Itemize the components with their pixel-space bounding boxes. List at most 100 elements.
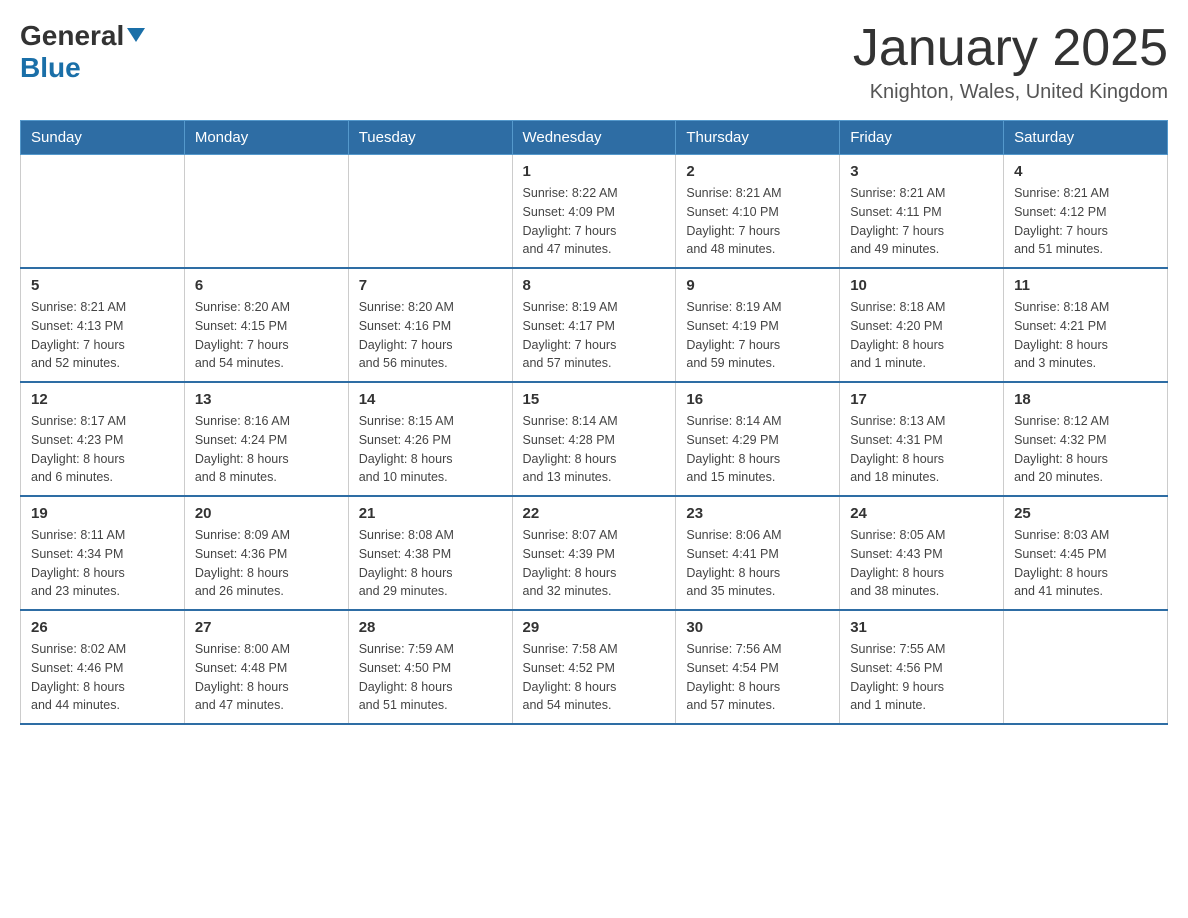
day-info: Sunrise: 8:20 AM Sunset: 4:15 PM Dayligh… — [195, 298, 338, 373]
day-info: Sunrise: 8:07 AM Sunset: 4:39 PM Dayligh… — [523, 526, 666, 601]
day-info: Sunrise: 8:21 AM Sunset: 4:10 PM Dayligh… — [686, 184, 829, 259]
day-number: 8 — [523, 277, 666, 294]
logo-row: General — [20, 20, 145, 52]
day-info: Sunrise: 7:55 AM Sunset: 4:56 PM Dayligh… — [850, 640, 993, 715]
day-number: 25 — [1014, 505, 1157, 522]
day-number: 19 — [31, 505, 174, 522]
calendar-cell: 31 Sunrise: 7:55 AM Sunset: 4:56 PM Dayli… — [840, 610, 1004, 724]
day-info: Sunrise: 8:21 AM Sunset: 4:11 PM Dayligh… — [850, 184, 993, 259]
calendar-cell: 4 Sunrise: 8:21 AM Sunset: 4:12 PM Daylig… — [1004, 155, 1168, 269]
calendar-cell: 19 Sunrise: 8:11 AM Sunset: 4:34 PM Dayli… — [21, 496, 185, 610]
day-number: 7 — [359, 277, 502, 294]
weekday-header-thursday: Thursday — [676, 121, 840, 155]
calendar-cell: 12Sunrise: 8:17 AM Sunset: 4:23 PM Dayli… — [21, 382, 185, 496]
calendar-cell: 13 Sunrise: 8:16 AM Sunset: 4:24 PM Dayli… — [184, 382, 348, 496]
calendar-cell: 24Sunrise: 8:05 AM Sunset: 4:43 PM Dayli… — [840, 496, 1004, 610]
logo-blue-row: Blue — [20, 52, 145, 84]
calendar-cell: 27Sunrise: 8:00 AM Sunset: 4:48 PM Dayli… — [184, 610, 348, 724]
day-info: Sunrise: 8:13 AM Sunset: 4:31 PM Dayligh… — [850, 412, 993, 487]
day-info: Sunrise: 7:59 AM Sunset: 4:50 PM Dayligh… — [359, 640, 502, 715]
calendar-cell: 5 Sunrise: 8:21 AM Sunset: 4:13 PM Daylig… — [21, 268, 185, 382]
calendar-cell: 9 Sunrise: 8:19 AM Sunset: 4:19 PM Daylig… — [676, 268, 840, 382]
calendar-cell: 30Sunrise: 7:56 AM Sunset: 4:54 PM Dayli… — [676, 610, 840, 724]
weekday-header-row: SundayMondayTuesdayWednesdayThursdayFrid… — [21, 121, 1168, 155]
month-title: January 2025 — [853, 20, 1168, 77]
day-info: Sunrise: 8:02 AM Sunset: 4:46 PM Dayligh… — [31, 640, 174, 715]
calendar-week-row: 12Sunrise: 8:17 AM Sunset: 4:23 PM Dayli… — [21, 382, 1168, 496]
calendar-cell: 21 Sunrise: 8:08 AM Sunset: 4:38 PM Dayli… — [348, 496, 512, 610]
day-number: 5 — [31, 277, 174, 294]
calendar-cell — [184, 155, 348, 269]
calendar-cell: 18 Sunrise: 8:12 AM Sunset: 4:32 PM Dayli… — [1004, 382, 1168, 496]
calendar-cell: 22Sunrise: 8:07 AM Sunset: 4:39 PM Dayli… — [512, 496, 676, 610]
day-info: Sunrise: 8:06 AM Sunset: 4:41 PM Dayligh… — [686, 526, 829, 601]
weekday-header-monday: Monday — [184, 121, 348, 155]
day-info: Sunrise: 8:19 AM Sunset: 4:17 PM Dayligh… — [523, 298, 666, 373]
calendar-cell: 23 Sunrise: 8:06 AM Sunset: 4:41 PM Dayli… — [676, 496, 840, 610]
day-info: Sunrise: 8:09 AM Sunset: 4:36 PM Dayligh… — [195, 526, 338, 601]
weekday-header-sunday: Sunday — [21, 121, 185, 155]
day-number: 9 — [686, 277, 829, 294]
day-number: 15 — [523, 391, 666, 408]
day-info: Sunrise: 8:20 AM Sunset: 4:16 PM Dayligh… — [359, 298, 502, 373]
calendar-cell: 8 Sunrise: 8:19 AM Sunset: 4:17 PM Daylig… — [512, 268, 676, 382]
calendar-cell: 20Sunrise: 8:09 AM Sunset: 4:36 PM Dayli… — [184, 496, 348, 610]
day-info: Sunrise: 7:58 AM Sunset: 4:52 PM Dayligh… — [523, 640, 666, 715]
day-info: Sunrise: 8:11 AM Sunset: 4:34 PM Dayligh… — [31, 526, 174, 601]
logo-general-text: General — [20, 20, 124, 52]
calendar-week-row: 19 Sunrise: 8:11 AM Sunset: 4:34 PM Dayli… — [21, 496, 1168, 610]
day-number: 4 — [1014, 163, 1157, 180]
calendar-cell: 28 Sunrise: 7:59 AM Sunset: 4:50 PM Dayli… — [348, 610, 512, 724]
day-info: Sunrise: 8:08 AM Sunset: 4:38 PM Dayligh… — [359, 526, 502, 601]
day-info: Sunrise: 8:05 AM Sunset: 4:43 PM Dayligh… — [850, 526, 993, 601]
calendar-cell: 15 Sunrise: 8:14 AM Sunset: 4:28 PM Dayli… — [512, 382, 676, 496]
calendar-cell: 29Sunrise: 7:58 AM Sunset: 4:52 PM Dayli… — [512, 610, 676, 724]
day-number: 30 — [686, 619, 829, 636]
calendar-cell: 26 Sunrise: 8:02 AM Sunset: 4:46 PM Dayli… — [21, 610, 185, 724]
location-text: Knighton, Wales, United Kingdom — [853, 81, 1168, 104]
day-info: Sunrise: 8:14 AM Sunset: 4:28 PM Dayligh… — [523, 412, 666, 487]
day-info: Sunrise: 8:18 AM Sunset: 4:20 PM Dayligh… — [850, 298, 993, 373]
day-info: Sunrise: 8:16 AM Sunset: 4:24 PM Dayligh… — [195, 412, 338, 487]
day-number: 13 — [195, 391, 338, 408]
day-number: 23 — [686, 505, 829, 522]
day-number: 28 — [359, 619, 502, 636]
calendar-cell: 7 Sunrise: 8:20 AM Sunset: 4:16 PM Daylig… — [348, 268, 512, 382]
day-number: 16 — [686, 391, 829, 408]
day-number: 1 — [523, 163, 666, 180]
day-info: Sunrise: 8:22 AM Sunset: 4:09 PM Dayligh… — [523, 184, 666, 259]
calendar-cell: 3 Sunrise: 8:21 AM Sunset: 4:11 PM Daylig… — [840, 155, 1004, 269]
day-number: 6 — [195, 277, 338, 294]
logo-triangle-icon — [127, 28, 145, 42]
day-number: 26 — [31, 619, 174, 636]
day-info: Sunrise: 8:21 AM Sunset: 4:13 PM Dayligh… — [31, 298, 174, 373]
calendar-table: SundayMondayTuesdayWednesdayThursdayFrid… — [20, 120, 1168, 725]
day-info: Sunrise: 8:21 AM Sunset: 4:12 PM Dayligh… — [1014, 184, 1157, 259]
weekday-header-wednesday: Wednesday — [512, 121, 676, 155]
calendar-cell: 6 Sunrise: 8:20 AM Sunset: 4:15 PM Daylig… — [184, 268, 348, 382]
day-number: 31 — [850, 619, 993, 636]
calendar-cell: 11Sunrise: 8:18 AM Sunset: 4:21 PM Dayli… — [1004, 268, 1168, 382]
calendar-week-row: 26 Sunrise: 8:02 AM Sunset: 4:46 PM Dayli… — [21, 610, 1168, 724]
calendar-week-row: 1 Sunrise: 8:22 AM Sunset: 4:09 PM Daylig… — [21, 155, 1168, 269]
calendar-cell: 2 Sunrise: 8:21 AM Sunset: 4:10 PM Daylig… — [676, 155, 840, 269]
calendar-week-row: 5 Sunrise: 8:21 AM Sunset: 4:13 PM Daylig… — [21, 268, 1168, 382]
calendar-cell: 16 Sunrise: 8:14 AM Sunset: 4:29 PM Dayli… — [676, 382, 840, 496]
day-number: 2 — [686, 163, 829, 180]
day-number: 21 — [359, 505, 502, 522]
day-info: Sunrise: 8:14 AM Sunset: 4:29 PM Dayligh… — [686, 412, 829, 487]
day-number: 18 — [1014, 391, 1157, 408]
day-number: 27 — [195, 619, 338, 636]
day-number: 17 — [850, 391, 993, 408]
calendar-cell: 25 Sunrise: 8:03 AM Sunset: 4:45 PM Dayli… — [1004, 496, 1168, 610]
day-number: 3 — [850, 163, 993, 180]
day-info: Sunrise: 8:03 AM Sunset: 4:45 PM Dayligh… — [1014, 526, 1157, 601]
day-info: Sunrise: 8:12 AM Sunset: 4:32 PM Dayligh… — [1014, 412, 1157, 487]
calendar-header: SundayMondayTuesdayWednesdayThursdayFrid… — [21, 121, 1168, 155]
day-info: Sunrise: 8:19 AM Sunset: 4:19 PM Dayligh… — [686, 298, 829, 373]
calendar-cell: 17 Sunrise: 8:13 AM Sunset: 4:31 PM Dayli… — [840, 382, 1004, 496]
day-info: Sunrise: 8:15 AM Sunset: 4:26 PM Dayligh… — [359, 412, 502, 487]
day-info: Sunrise: 8:17 AM Sunset: 4:23 PM Dayligh… — [31, 412, 174, 487]
calendar-cell — [1004, 610, 1168, 724]
calendar-cell — [348, 155, 512, 269]
